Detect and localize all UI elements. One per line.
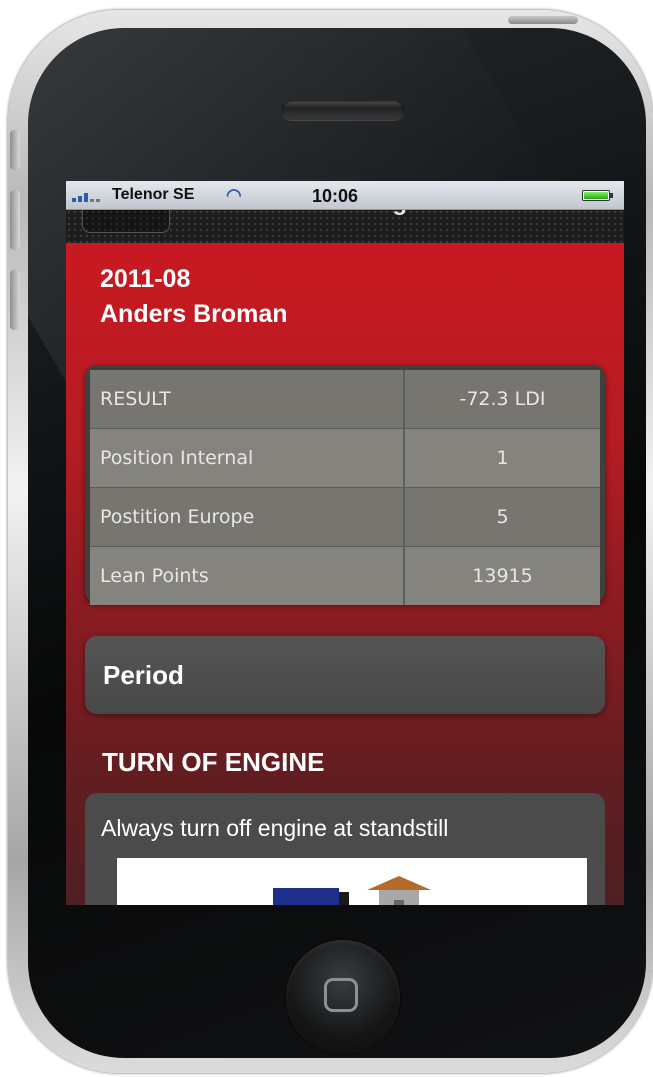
tip-title: TURN OF ENGINE xyxy=(102,747,325,777)
table-row: Position Internal 1 xyxy=(90,428,600,488)
volume-up-button xyxy=(10,190,20,250)
truck-icon xyxy=(273,888,339,905)
home-button[interactable] xyxy=(286,940,400,1054)
wifi-icon: ◠ xyxy=(226,185,242,205)
mute-switch xyxy=(10,130,20,170)
table-row: RESULT -72.3 LDI xyxy=(90,370,600,429)
stat-label: RESULT xyxy=(90,370,405,429)
stat-label: Lean Points xyxy=(90,546,405,605)
truck-at-building-illustration xyxy=(117,858,587,905)
earpiece-speaker xyxy=(282,100,404,120)
stat-label: Postition Europe xyxy=(90,487,405,547)
stat-value: 5 xyxy=(404,487,600,547)
sleep-button xyxy=(508,16,578,24)
period-heading: 2011-08 xyxy=(100,265,191,293)
house-roof xyxy=(367,876,431,890)
period-button[interactable]: Period xyxy=(85,636,605,714)
table-row: Lean Points 13915 xyxy=(90,546,600,605)
house-door xyxy=(394,900,404,905)
period-button-label: Period xyxy=(103,660,184,690)
tip-card: Always turn off engine at standstill xyxy=(85,793,605,905)
status-time: 10:06 xyxy=(312,186,359,206)
status-bar: Telenor SE ◠ 10:06 xyxy=(66,181,624,210)
battery-icon xyxy=(582,190,613,201)
driver-name: Anders Broman xyxy=(100,300,288,328)
table-row: Postition Europe 5 xyxy=(90,487,600,547)
stat-label: Position Internal xyxy=(90,428,405,488)
stat-value: -72.3 LDI xyxy=(404,370,600,429)
truck-cab xyxy=(339,892,349,905)
stat-value: 13915 xyxy=(404,546,600,605)
home-square-icon xyxy=(324,978,358,1012)
main-content[interactable]: 2011-08 Anders Broman RESULT -72.3 LDI P… xyxy=(66,243,624,905)
carrier-name: Telenor SE xyxy=(112,186,195,203)
phone-screen: Telenor SE ◠ 10:06 Ecodriving 2011-08 An… xyxy=(66,181,624,905)
battery-level-fill xyxy=(584,192,608,199)
stats-table: RESULT -72.3 LDI Position Internal 1 Pos… xyxy=(90,370,600,605)
volume-down-button xyxy=(10,270,20,330)
stat-value: 1 xyxy=(404,428,600,488)
navigation-bar: Ecodriving xyxy=(66,189,624,243)
stats-card: RESULT -72.3 LDI Position Internal 1 Pos… xyxy=(85,365,605,605)
tip-text: Always turn off engine at standstill xyxy=(101,815,449,841)
